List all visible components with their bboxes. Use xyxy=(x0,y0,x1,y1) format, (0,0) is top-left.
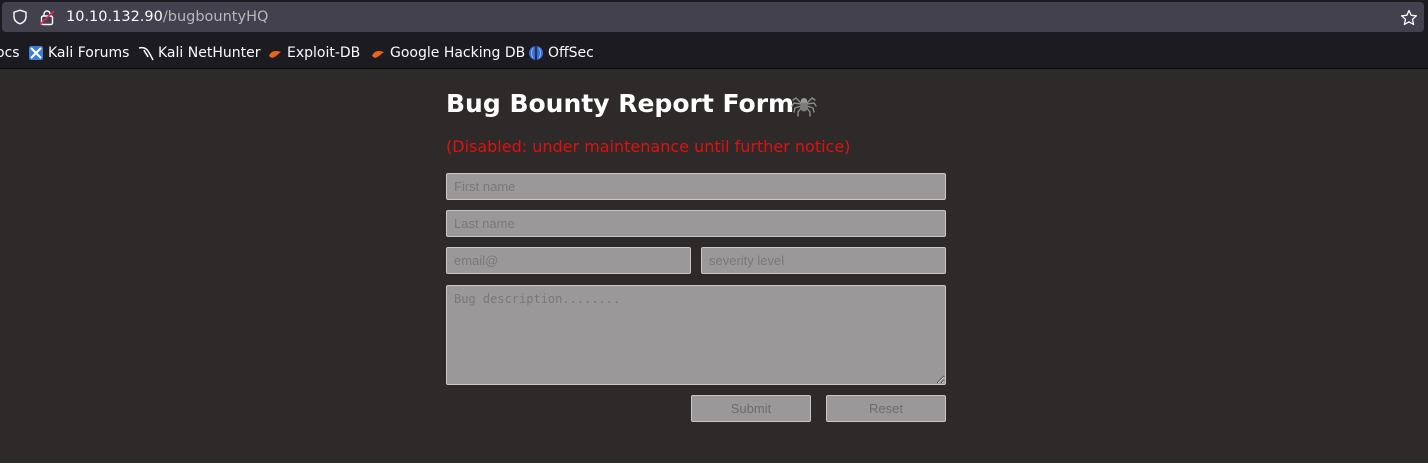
bookmark-exploit-db[interactable]: Exploit-DB xyxy=(267,44,362,62)
bookmark-label: Google Hacking DB xyxy=(390,45,526,61)
email-field[interactable] xyxy=(446,247,691,274)
url-host: 10.10.132.90 xyxy=(66,9,163,25)
bookmark-label: Kali Forums xyxy=(48,45,130,61)
navigation-toolbar: 10.10.132.90/bugbountyHQ xyxy=(0,0,1428,36)
bookmark-offsec[interactable]: OffSec xyxy=(528,44,598,62)
url-path: /bugbountyHQ xyxy=(162,9,269,25)
reset-button[interactable]: Reset xyxy=(826,395,946,422)
bookmark-docs[interactable]: ocs xyxy=(0,44,20,62)
bookmarks-toolbar: ocs Kali Forums Kali NetHunter Exploit-D… xyxy=(0,36,1428,69)
spider-icon xyxy=(791,97,817,117)
exploit-db-icon xyxy=(269,51,281,58)
bookmark-google-hacking-db[interactable]: Google Hacking DB xyxy=(370,44,525,62)
insecure-lock-icon[interactable] xyxy=(39,9,55,26)
first-name-field[interactable] xyxy=(446,173,946,200)
bookmark-kali-forums[interactable]: Kali Forums xyxy=(28,44,130,62)
bookmark-label: Kali NetHunter xyxy=(158,45,261,61)
submit-button[interactable]: Submit xyxy=(691,395,811,422)
kali-dragon-icon xyxy=(138,46,154,61)
bookmark-star-icon[interactable] xyxy=(1400,9,1418,27)
last-name-field[interactable] xyxy=(446,210,946,237)
bookmark-label: Exploit-DB xyxy=(287,45,361,61)
maintenance-notice: (Disabled: under maintenance until furth… xyxy=(446,137,851,156)
kali-forums-icon xyxy=(29,46,43,60)
bookmark-kali-nethunter[interactable]: Kali NetHunter xyxy=(138,44,261,62)
offsec-icon xyxy=(529,46,543,60)
page-title: Bug Bounty Report Form xyxy=(446,89,795,118)
bookmark-label: ocs xyxy=(0,45,20,61)
ghdb-icon xyxy=(372,51,384,58)
bug-description-field[interactable] xyxy=(446,285,946,385)
address-bar[interactable]: 10.10.132.90/bugbountyHQ xyxy=(2,2,1424,32)
severity-level-field[interactable] xyxy=(701,247,946,274)
bookmark-label: OffSec xyxy=(548,45,594,61)
url-text[interactable]: 10.10.132.90/bugbountyHQ xyxy=(66,8,268,26)
tracking-protection-shield-icon[interactable] xyxy=(12,9,28,25)
